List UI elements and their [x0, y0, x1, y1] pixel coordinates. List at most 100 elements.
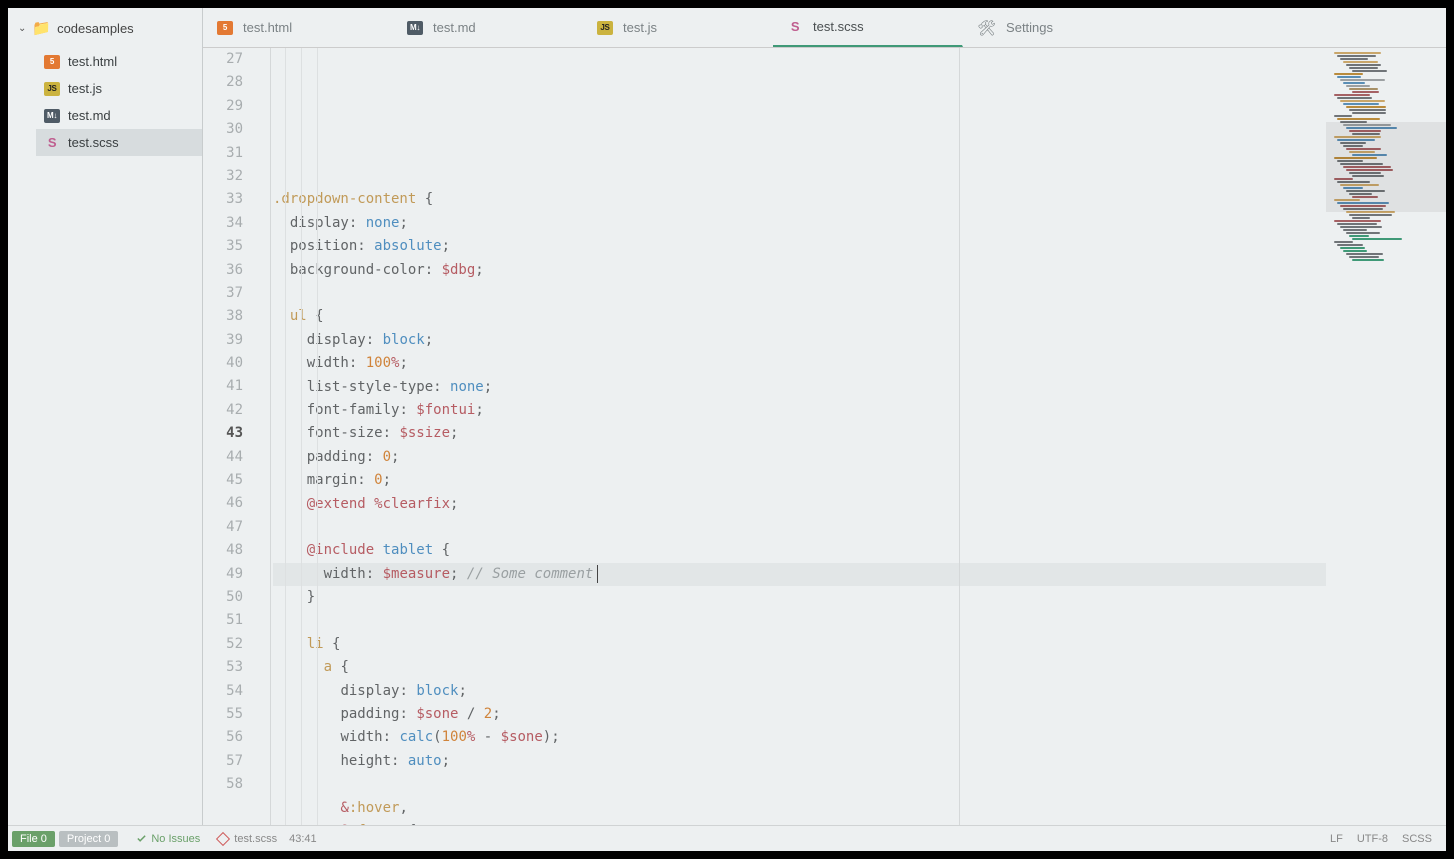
code-line[interactable]: @include tablet { [273, 539, 1326, 562]
md-file-icon: M↓ [44, 109, 60, 123]
html-file-icon: 5 [217, 21, 233, 35]
line-number: 52 [203, 633, 243, 656]
code-line[interactable] [273, 773, 1326, 796]
tab-test-html[interactable]: 5 test.html [203, 8, 393, 47]
file-label: test.html [68, 54, 117, 69]
code-line[interactable]: height: auto; [273, 750, 1326, 773]
settings-icon: 🛠 [977, 19, 996, 37]
code-line[interactable]: font-size: $ssize; [273, 422, 1326, 445]
tab-test-md[interactable]: M↓ test.md [393, 8, 583, 47]
tab-test-js[interactable]: JS test.js [583, 8, 773, 47]
project-header[interactable]: ⌄ 📁 codesamples [8, 8, 202, 48]
ruler [959, 48, 960, 825]
code-line[interactable]: background-color: $dbg; [273, 259, 1326, 282]
code-line[interactable]: li { [273, 633, 1326, 656]
code-line[interactable]: font-family: $fontui; [273, 399, 1326, 422]
code-line[interactable] [273, 609, 1326, 632]
folder-icon: 📁 [32, 19, 51, 37]
line-number: 58 [203, 773, 243, 796]
line-number: 35 [203, 235, 243, 258]
sidebar: ⌄ 📁 codesamples 5 test.html JStest.js M↓ tes… [8, 8, 203, 825]
code-line[interactable]: @extend %clearfix; [273, 493, 1326, 516]
code-line[interactable] [273, 516, 1326, 539]
tab-label: test.html [243, 20, 292, 35]
sidebar-item-test-html[interactable]: 5 test.html [36, 48, 202, 75]
line-number: 41 [203, 375, 243, 398]
line-number: 57 [203, 750, 243, 773]
chevron-down-icon: ⌄ [18, 23, 26, 34]
tab-test-scss[interactable]: Stest.scss [773, 8, 963, 47]
sidebar-item-test-scss[interactable]: Stest.scss [36, 129, 202, 156]
file-label: test.scss [68, 135, 119, 150]
code-area[interactable]: .dropdown-content { display: none; posit… [271, 48, 1326, 825]
line-number: 30 [203, 118, 243, 141]
line-number: 56 [203, 726, 243, 749]
code-line[interactable]: padding: 0; [273, 446, 1326, 469]
code-line[interactable]: padding: $sone / 2; [273, 703, 1326, 726]
code-line[interactable] [273, 282, 1326, 305]
html-file-icon: 5 [44, 55, 60, 69]
code-line[interactable]: ul { [273, 305, 1326, 328]
code-line[interactable]: .dropdown-content { [273, 188, 1326, 211]
code-line[interactable]: display: block; [273, 680, 1326, 703]
scss-file-icon: S [787, 20, 803, 34]
check-icon [136, 833, 147, 844]
line-number: 55 [203, 703, 243, 726]
line-number: 39 [203, 329, 243, 352]
file-lint-pill[interactable]: File 0 [12, 831, 55, 847]
issues-indicator[interactable]: No Issues [136, 833, 200, 845]
active-file-indicator[interactable]: test.scss 43:41 [218, 833, 316, 845]
line-number: 33 [203, 188, 243, 211]
tab-label: test.js [623, 20, 657, 35]
code-line[interactable]: width: calc(100% - $sone); [273, 726, 1326, 749]
code-line[interactable]: display: none; [273, 212, 1326, 235]
line-number: 44 [203, 446, 243, 469]
line-number: 43 [203, 422, 243, 445]
line-number: 31 [203, 142, 243, 165]
encoding-indicator[interactable]: UTF-8 [1357, 833, 1388, 845]
tab-settings[interactable]: 🛠 Settings [963, 8, 1153, 47]
project-name: codesamples [57, 21, 134, 36]
md-file-icon: M↓ [407, 21, 423, 35]
code-line[interactable]: width: 100%; [273, 352, 1326, 375]
line-number: 29 [203, 95, 243, 118]
code-line[interactable]: position: absolute; [273, 235, 1326, 258]
code-line[interactable]: a { [273, 656, 1326, 679]
line-number: 40 [203, 352, 243, 375]
code-line[interactable]: &:focus { [273, 820, 1326, 825]
line-number: 32 [203, 165, 243, 188]
code-line[interactable]: width: $measure; // Some comment [273, 563, 1326, 586]
tab-label: test.scss [813, 19, 864, 34]
line-number: 27 [203, 48, 243, 71]
tab-label: Settings [1006, 20, 1053, 35]
language-indicator[interactable]: SCSS [1402, 833, 1432, 845]
line-number: 47 [203, 516, 243, 539]
sidebar-item-test-md[interactable]: M↓ test.md [36, 102, 202, 129]
editor[interactable]: 2728293031323334353637383940414243444546… [203, 48, 1446, 825]
status-bar: File 0 Project 0 No Issues test.scss 43:… [8, 825, 1446, 851]
code-line[interactable]: display: block; [273, 329, 1326, 352]
line-number: 28 [203, 71, 243, 94]
line-number: 53 [203, 656, 243, 679]
tab-bar: 5 test.html M↓ test.md JS test.js Stest.scss 🛠 S… [203, 8, 1446, 48]
line-number: 48 [203, 539, 243, 562]
tab-label: test.md [433, 20, 476, 35]
js-file-icon: JS [597, 21, 613, 35]
line-number: 49 [203, 563, 243, 586]
line-number: 37 [203, 282, 243, 305]
code-line[interactable]: margin: 0; [273, 469, 1326, 492]
line-number: 45 [203, 469, 243, 492]
project-lint-pill[interactable]: Project 0 [59, 831, 118, 847]
file-label: test.md [68, 108, 111, 123]
code-line[interactable]: list-style-type: none; [273, 376, 1326, 399]
gutter: 2728293031323334353637383940414243444546… [203, 48, 259, 825]
code-line[interactable]: } [273, 586, 1326, 609]
line-number: 38 [203, 305, 243, 328]
line-number: 36 [203, 259, 243, 282]
line-number: 42 [203, 399, 243, 422]
js-file-icon: JS [44, 82, 60, 96]
eol-indicator[interactable]: LF [1330, 833, 1343, 845]
sidebar-item-test-js[interactable]: JStest.js [36, 75, 202, 102]
code-line[interactable]: &:hover, [273, 797, 1326, 820]
minimap[interactable] [1326, 48, 1446, 825]
